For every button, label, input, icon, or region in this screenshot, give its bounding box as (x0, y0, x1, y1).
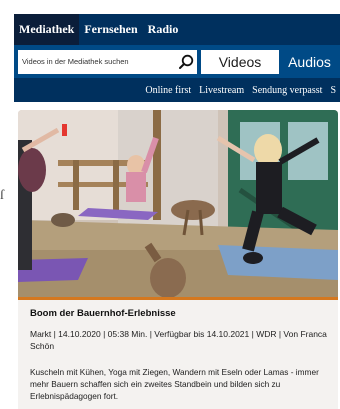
search-bar-row: Videos in der Mediathek suchen Videos Au… (14, 45, 340, 78)
nav-item-mediathek[interactable]: Mediathek (14, 14, 80, 45)
article-description: Kuscheln mit Kühen, Yoga mit Ziegen, Wan… (30, 367, 319, 401)
subnav-sendung-verpasst[interactable]: Sendung verpasst (248, 85, 326, 96)
search-placeholder: Videos in der Mediathek suchen (22, 57, 129, 66)
article-title[interactable]: Boom der Bauernhof-Erlebnisse (30, 308, 330, 319)
side-bracket-glyph: ſ (0, 188, 4, 203)
search-icon[interactable] (175, 51, 197, 73)
tab-videos[interactable]: Videos (201, 49, 279, 74)
subnav-overflow-indicator: S (330, 84, 336, 96)
accent-bar (18, 297, 338, 300)
subnav-livestream[interactable]: Livestream (195, 85, 248, 96)
video-thumbnail[interactable] (18, 110, 338, 297)
sub-navigation: Online first Livestream Sendung verpasst… (14, 78, 340, 102)
nav-item-radio[interactable]: Radio (143, 14, 184, 45)
nav-item-fernsehen[interactable]: Fernsehen (79, 14, 142, 45)
top-navigation: Mediathek Fernsehen Radio (14, 14, 340, 45)
subnav-online-first[interactable]: Online first (141, 85, 195, 96)
tab-audios[interactable]: Audios (279, 50, 340, 74)
search-input[interactable]: Videos in der Mediathek suchen (18, 49, 197, 74)
video-card[interactable]: Boom der Bauernhof-Erlebnisse Markt | 14… (18, 110, 338, 409)
article-meta: Markt | 14.10.2020 | 05:38 Min. | Verfüg… (30, 329, 327, 351)
